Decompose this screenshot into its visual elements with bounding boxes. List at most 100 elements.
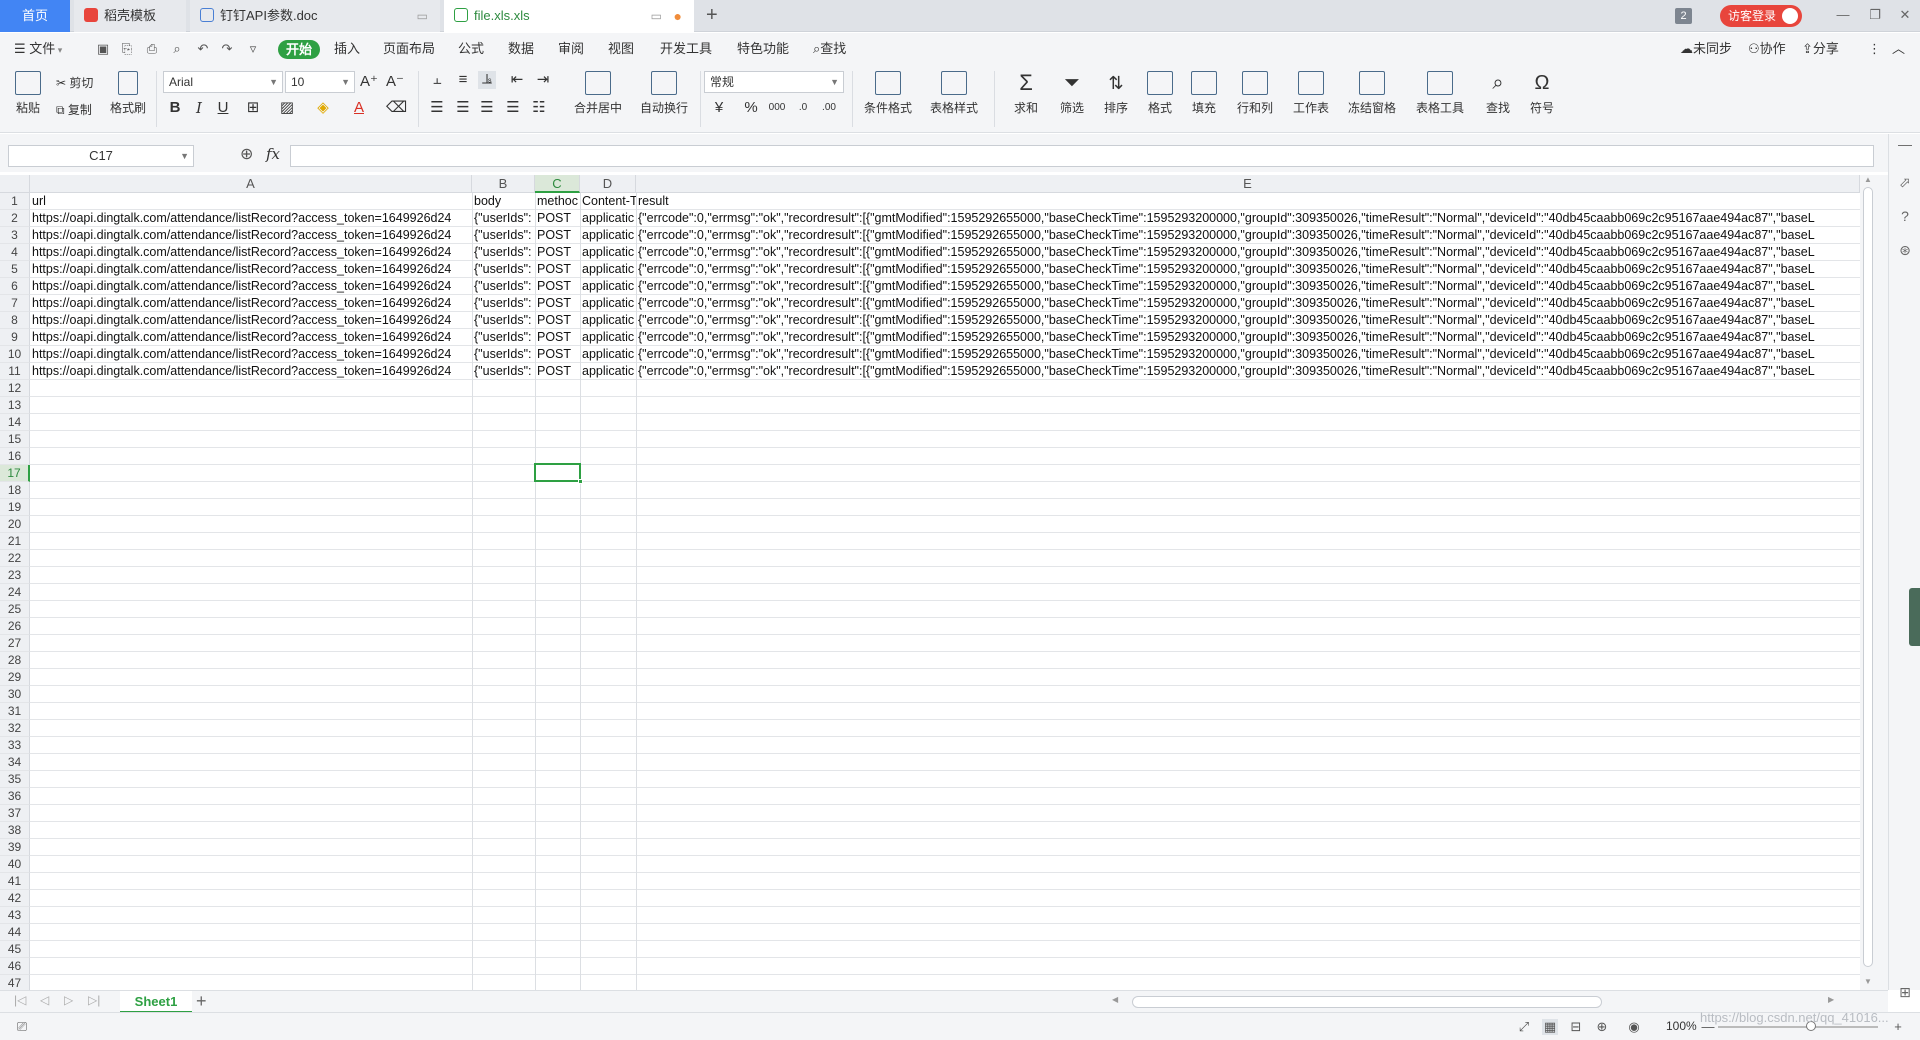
add-sheet-icon[interactable]: + (196, 991, 207, 1011)
row-header[interactable]: 22 (0, 550, 30, 567)
collapse-ribbon-icon[interactable]: ︿ (1892, 33, 1905, 65)
tab-developer[interactable]: 开发工具 (660, 33, 712, 65)
minimize-icon[interactable]: — (1828, 0, 1858, 32)
row-header[interactable]: 5 (0, 261, 30, 278)
row-header[interactable]: 44 (0, 924, 30, 941)
table-cell[interactable]: POST (535, 210, 580, 227)
row-header[interactable]: 15 (0, 431, 30, 448)
cell-fill-pattern-icon[interactable]: ▨ (278, 99, 296, 117)
table-cell[interactable]: {"userIds": (472, 261, 535, 278)
formula-input[interactable] (290, 145, 1874, 167)
export-icon[interactable]: ⎘ (120, 42, 134, 56)
bold-icon[interactable]: B (166, 99, 184, 117)
row-header[interactable]: 19 (0, 499, 30, 516)
symbol-button[interactable]: Ω 符号 (1522, 71, 1562, 116)
decrease-indent-icon[interactable]: ⇤ (508, 71, 526, 89)
table-cell[interactable]: https://oapi.dingtalk.com/attendance/lis… (30, 312, 472, 329)
table-cell[interactable]: {"errcode":0,"errmsg":"ok","recordresult… (636, 278, 1860, 295)
number-format-select[interactable]: 常规 ▼ (704, 71, 844, 93)
table-cell[interactable]: {"userIds": (472, 244, 535, 261)
zoom-in-icon[interactable]: + (1890, 1019, 1906, 1035)
table-cell[interactable]: {"userIds": (472, 329, 535, 346)
column-header-a[interactable]: A (30, 175, 472, 193)
freeze-panes-button[interactable]: 冻结窗格 (1342, 71, 1402, 116)
zoom-slider[interactable] (1718, 1026, 1878, 1028)
column-header-c[interactable]: C (535, 175, 580, 193)
monitor-icon[interactable]: ▭ (417, 0, 428, 32)
row-header[interactable]: 16 (0, 448, 30, 465)
tab-insert[interactable]: 插入 (334, 33, 360, 65)
function-icon[interactable]: fx (266, 145, 280, 163)
row-header[interactable]: 7 (0, 295, 30, 312)
row-header[interactable]: 10 (0, 346, 30, 363)
increase-font-icon[interactable]: A⁺ (360, 73, 378, 91)
window-count-badge[interactable]: 2 (1675, 8, 1692, 24)
font-name-select[interactable]: Arial ▼ (163, 71, 283, 93)
print-icon[interactable]: ⎙ (145, 42, 159, 56)
table-cell[interactable]: result (636, 193, 1860, 210)
row-header[interactable]: 3 (0, 227, 30, 244)
row-header[interactable]: 24 (0, 584, 30, 601)
find-button[interactable]: ⌕ 查找 (1478, 71, 1518, 116)
scroll-up-icon[interactable]: ▲ (1864, 175, 1872, 184)
percent-icon[interactable]: % (742, 99, 760, 117)
sum-button[interactable]: Σ 求和 (1006, 71, 1046, 116)
merge-center-button[interactable]: 合并居中 (568, 71, 628, 116)
row-header[interactable]: 9 (0, 329, 30, 346)
table-cell[interactable]: https://oapi.dingtalk.com/attendance/lis… (30, 261, 472, 278)
filter-button[interactable]: ⏷ 筛选 (1052, 71, 1092, 116)
column-header-e[interactable]: E (636, 175, 1860, 193)
backup-icon[interactable]: ⊛ (1897, 242, 1913, 258)
sheet-tab-sheet1[interactable]: Sheet1 (120, 991, 192, 1013)
cut-button[interactable]: ✂ 剪切 (56, 74, 93, 91)
increase-indent-icon[interactable]: ⇥ (534, 71, 552, 89)
table-cell[interactable]: https://oapi.dingtalk.com/attendance/lis… (30, 346, 472, 363)
file-menu[interactable]: ☰ 文件 ▾ (14, 33, 62, 65)
row-header[interactable]: 30 (0, 686, 30, 703)
row-header[interactable]: 14 (0, 414, 30, 431)
table-cell[interactable]: https://oapi.dingtalk.com/attendance/lis… (30, 363, 472, 380)
column-header-b[interactable]: B (472, 175, 535, 193)
customize-chevron-icon[interactable]: ▿ (246, 42, 260, 56)
horizontal-scrollbar[interactable]: ◀ ▶ (1110, 995, 1840, 1008)
sort-button[interactable]: ⇅ 排序 (1096, 71, 1136, 116)
last-sheet-icon[interactable]: ▷| (88, 993, 100, 1007)
underline-icon[interactable]: U (214, 99, 232, 117)
table-cell[interactable]: https://oapi.dingtalk.com/attendance/lis… (30, 278, 472, 295)
table-cell[interactable]: {"errcode":0,"errmsg":"ok","recordresult… (636, 227, 1860, 244)
row-header[interactable]: 46 (0, 958, 30, 975)
table-cell[interactable]: {"errcode":0,"errmsg":"ok","recordresult… (636, 363, 1860, 380)
table-cell[interactable]: applicatic (580, 244, 636, 261)
row-header[interactable]: 2 (0, 210, 30, 227)
zoom-level[interactable]: 100% (1666, 1019, 1697, 1033)
fullscreen-icon[interactable]: ⤢ (1516, 1019, 1532, 1035)
sidebar-expand-icon[interactable]: — (1897, 136, 1913, 152)
row-header[interactable]: 45 (0, 941, 30, 958)
align-right-icon[interactable]: ☰ (478, 99, 496, 117)
collaborate-button[interactable]: ⚇协作 (1748, 33, 1786, 65)
table-cell[interactable]: applicatic (580, 210, 636, 227)
row-header[interactable]: 27 (0, 635, 30, 652)
increase-decimal-icon[interactable]: .0 (794, 99, 812, 117)
thousands-separator-icon[interactable]: 000 (768, 99, 786, 117)
table-cell[interactable]: POST (535, 261, 580, 278)
table-cell[interactable]: POST (535, 278, 580, 295)
row-header[interactable]: 39 (0, 839, 30, 856)
table-cell[interactable]: {"errcode":0,"errmsg":"ok","recordresult… (636, 312, 1860, 329)
name-box[interactable]: C17 ▼ (8, 145, 194, 167)
row-header[interactable]: 11 (0, 363, 30, 380)
scroll-left-icon[interactable]: ◀ (1112, 995, 1118, 1004)
table-cell[interactable]: {"userIds": (472, 295, 535, 312)
table-cell[interactable]: {"errcode":0,"errmsg":"ok","recordresult… (636, 210, 1860, 227)
table-style-button[interactable]: 表格样式 (924, 71, 984, 116)
row-header[interactable]: 17 (0, 465, 30, 482)
row-header[interactable]: 25 (0, 601, 30, 618)
page-layout-view-icon[interactable]: ⊕ (1594, 1019, 1610, 1035)
table-cell[interactable]: POST (535, 295, 580, 312)
fill-color-icon[interactable]: ◈ (314, 99, 332, 117)
tab-doc-file[interactable]: 钉钉API参数.doc ▭ (190, 0, 440, 32)
row-header[interactable]: 12 (0, 380, 30, 397)
share-button[interactable]: ⇪分享 (1802, 33, 1839, 65)
align-middle-icon[interactable]: ≡ (454, 71, 472, 89)
row-header[interactable]: 40 (0, 856, 30, 873)
